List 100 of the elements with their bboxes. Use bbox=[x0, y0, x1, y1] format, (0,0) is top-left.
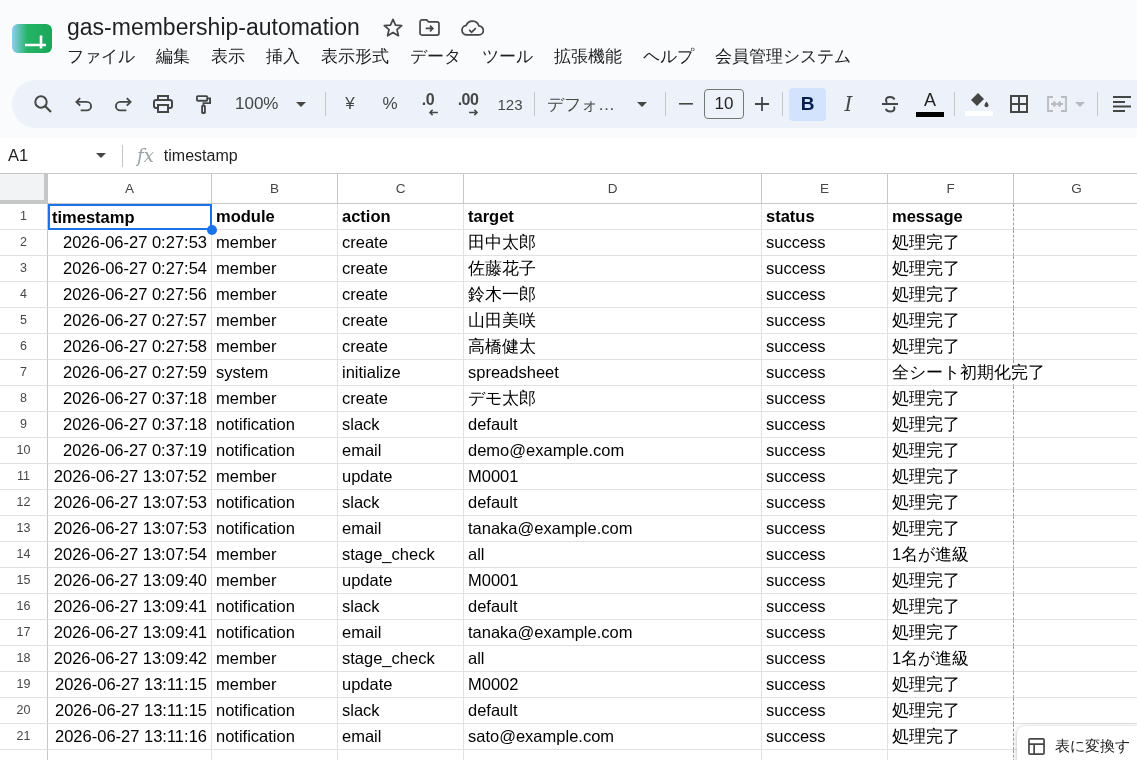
font-size-field[interactable]: 10 bbox=[704, 89, 744, 119]
row-header[interactable]: 2 bbox=[0, 230, 48, 256]
table-cell: success bbox=[762, 620, 888, 646]
column-header[interactable]: D bbox=[464, 174, 762, 204]
row-header[interactable]: 4 bbox=[0, 282, 48, 308]
table-cell: 2026-06-27 0:37:18 bbox=[48, 386, 212, 412]
table-cell: status bbox=[762, 204, 888, 230]
formula-input[interactable]: timestamp bbox=[163, 141, 1137, 170]
table-cell: success bbox=[762, 230, 888, 256]
column-header[interactable]: G bbox=[1014, 174, 1137, 204]
column-header[interactable]: A bbox=[48, 174, 212, 204]
column-header[interactable]: C bbox=[338, 174, 464, 204]
table-cell: success bbox=[762, 282, 888, 308]
table-cell: system bbox=[212, 360, 338, 386]
table-cell: update bbox=[338, 464, 464, 490]
app-logo-icon[interactable] bbox=[12, 24, 52, 53]
increase-decimal-button[interactable]: .00 bbox=[452, 86, 488, 122]
column-header[interactable]: B bbox=[212, 174, 338, 204]
italic-button[interactable]: I bbox=[830, 87, 867, 121]
search-icon bbox=[34, 95, 52, 113]
table-cell: 1名が進級 bbox=[888, 646, 1014, 672]
font-dropdown[interactable]: デフォ… bbox=[541, 86, 659, 122]
table-cell: 2026-06-27 13:09:42 bbox=[48, 646, 212, 672]
row-header[interactable]: 11 bbox=[0, 464, 48, 490]
menu-item[interactable]: ツール bbox=[482, 44, 533, 70]
row-header[interactable]: 6 bbox=[0, 334, 48, 360]
menu-item[interactable]: データ bbox=[410, 44, 461, 70]
table-cell: member bbox=[212, 464, 338, 490]
table-cell: success bbox=[762, 334, 888, 360]
table-cell: M0001 bbox=[464, 464, 762, 490]
table-cell: 2026-06-27 0:27:59 bbox=[48, 360, 212, 386]
table-cell: success bbox=[762, 360, 888, 386]
table-cell: success bbox=[762, 594, 888, 620]
cloud-check-icon[interactable] bbox=[460, 18, 484, 36]
text-color-button[interactable]: A bbox=[912, 86, 948, 122]
row-header[interactable]: 16 bbox=[0, 594, 48, 620]
row-header[interactable]: 18 bbox=[0, 646, 48, 672]
row-header[interactable]: 17 bbox=[0, 620, 48, 646]
table-cell: stage_check bbox=[338, 646, 464, 672]
arrow-right-icon bbox=[467, 109, 479, 116]
table-cell: 2026-06-27 13:07:52 bbox=[48, 464, 212, 490]
row-header[interactable]: 8 bbox=[0, 386, 48, 412]
row-header[interactable]: 3 bbox=[0, 256, 48, 282]
menu-item[interactable]: 会員管理システム bbox=[715, 44, 851, 70]
table-cell: success bbox=[762, 672, 888, 698]
row-header[interactable]: 20 bbox=[0, 698, 48, 724]
bold-button[interactable]: B bbox=[789, 87, 826, 121]
menu-item[interactable]: 挿入 bbox=[266, 44, 300, 70]
menu-item[interactable]: 表示 bbox=[211, 44, 245, 70]
zoom-dropdown[interactable]: 100% bbox=[225, 86, 319, 122]
table-cell: default bbox=[464, 412, 762, 438]
row-header[interactable]: 14 bbox=[0, 542, 48, 568]
row-header[interactable]: 9 bbox=[0, 412, 48, 438]
menu-item[interactable]: 編集 bbox=[156, 44, 190, 70]
table-cell: 処理完了 bbox=[888, 724, 1014, 750]
row-header[interactable]: 1 bbox=[0, 204, 48, 230]
table-cell: 処理完了 bbox=[888, 464, 1014, 490]
row-header[interactable]: 13 bbox=[0, 516, 48, 542]
table-cell: member bbox=[212, 568, 338, 594]
number-format-button[interactable]: 123 bbox=[492, 86, 528, 122]
menu-item[interactable]: ヘルプ bbox=[643, 44, 694, 70]
table-cell: 2026-06-27 0:37:18 bbox=[48, 412, 212, 438]
table-cell: member bbox=[212, 282, 338, 308]
caret-icon bbox=[1075, 101, 1085, 107]
row-header[interactable]: 21 bbox=[0, 724, 48, 750]
table-cell: spreadsheet bbox=[464, 360, 762, 386]
table-cell: 処理完了 bbox=[888, 334, 1014, 360]
menu-item[interactable]: ファイル bbox=[67, 44, 135, 70]
document-title[interactable]: gas-membership-automation bbox=[67, 12, 360, 42]
star-icon[interactable] bbox=[382, 17, 403, 37]
table-cell: 高橋健太 bbox=[464, 334, 762, 360]
column-header[interactable]: F bbox=[888, 174, 1014, 204]
percent-button[interactable]: % bbox=[372, 86, 408, 122]
row-header[interactable]: 7 bbox=[0, 360, 48, 386]
row-header[interactable]: 15 bbox=[0, 568, 48, 594]
row-header[interactable]: 19 bbox=[0, 672, 48, 698]
currency-button[interactable]: ¥ bbox=[332, 86, 368, 122]
table-cell: slack bbox=[338, 594, 464, 620]
convert-to-table-button[interactable]: 表に変換す bbox=[1017, 726, 1137, 760]
table-cell: email bbox=[338, 438, 464, 464]
menu-item[interactable]: 表示形式 bbox=[321, 44, 389, 70]
fill-handle-icon[interactable] bbox=[207, 225, 217, 235]
menu-item[interactable]: 拡張機能 bbox=[554, 44, 622, 70]
table-cell: 2026-06-27 13:07:53 bbox=[48, 516, 212, 542]
name-box[interactable]: A1 bbox=[0, 141, 112, 170]
row-header[interactable]: 5 bbox=[0, 308, 48, 334]
column-header[interactable]: E bbox=[762, 174, 888, 204]
table-cell: M0001 bbox=[464, 568, 762, 594]
row-header[interactable]: 10 bbox=[0, 438, 48, 464]
folder-arrow-icon[interactable] bbox=[418, 18, 440, 36]
row-header[interactable]: 12 bbox=[0, 490, 48, 516]
table-cell: create bbox=[338, 256, 464, 282]
arrow-left-icon bbox=[427, 109, 439, 116]
table-cell: success bbox=[762, 438, 888, 464]
printer-icon bbox=[153, 95, 173, 113]
borders-grid-icon bbox=[1010, 95, 1028, 113]
table-cell: update bbox=[338, 672, 464, 698]
table-cell: デモ太郎 bbox=[464, 386, 762, 412]
minus-icon bbox=[679, 103, 693, 105]
decrease-decimal-button[interactable]: .0 bbox=[412, 86, 448, 122]
